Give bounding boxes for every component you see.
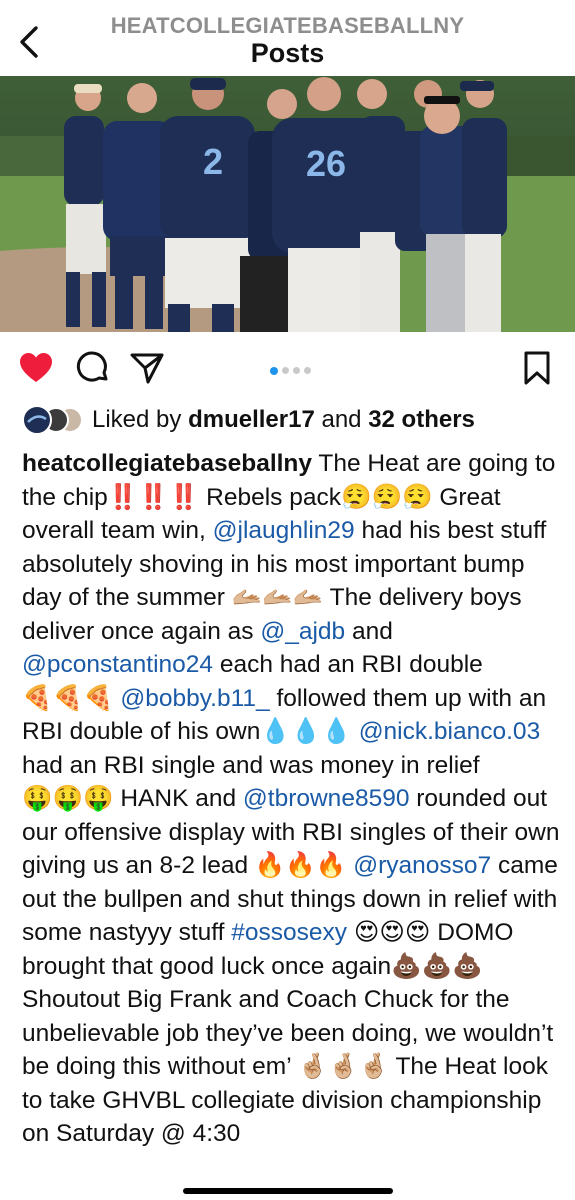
caption-text: The Heat are going to the chip‼️‼️‼️ Reb… [22,450,559,1147]
page-title: Posts [250,38,325,68]
mention-link[interactable]: @pconstantino24 [22,651,213,678]
bookmark-icon [524,351,550,385]
liker-avatars [22,405,86,435]
emoji-group: 😍😍😍 [353,919,431,946]
carousel-dot [282,367,289,375]
caption-text-segment: each had an RBI double [213,651,483,678]
home-indicator[interactable] [183,1188,393,1194]
save-button[interactable] [517,348,557,388]
mention-link[interactable]: @bobby.b11_ [120,685,269,712]
carousel-dot [270,366,278,375]
mention-link[interactable]: @ryanosso7 [353,852,491,879]
caption-username[interactable]: heatcollegiatebaseballny [22,450,312,477]
caption-text-segment: had an RBI single and was money in relie… [22,751,480,779]
caption-text-segment: HANK and [113,785,243,812]
jersey-number-26: 26 [306,143,346,184]
liker-username[interactable]: dmueller17 [188,406,315,433]
share-button[interactable] [127,348,167,388]
emoji-group: 🍕🍕🍕 [22,684,114,712]
likes-joiner: and [321,406,362,433]
mention-link[interactable]: @_ajdb [260,618,345,645]
emoji-group: 💩💩💩 [391,952,483,980]
mention-link[interactable]: @tbrowne8590 [243,785,410,812]
emoji-group: 🤞🏼🤞🏼🤞🏼 [297,1053,390,1080]
carousel-dot [293,367,300,375]
comment-button[interactable] [73,348,113,388]
caption-text-segment: and [345,617,393,645]
post-caption: heatcollegiatebaseballny The Heat are go… [22,447,562,1151]
hashtag-link[interactable]: #ossosexy [231,919,347,946]
caption-text-segment [347,919,354,946]
emoji-group: 🔥🔥🔥 [254,852,347,879]
like-button[interactable] [16,348,56,388]
likes-summary[interactable]: Liked by dmueller17 and 32 others [22,402,562,438]
emoji-group: 🤑🤑🤑 [22,785,114,812]
jersey-number-2: 2 [203,141,223,182]
team-huddle-image: 2 26 [0,76,575,332]
comment-bubble-icon [76,351,108,382]
top-nav-bar: HEATCOLLEGIATEBASEBALLNY Posts [0,0,575,76]
caption-text-segment [352,718,359,745]
profile-username[interactable]: HEATCOLLEGIATEBASEBALLNY [0,13,575,39]
carousel-dot [304,367,311,375]
emoji-group: 🫴🏼🫴🏼🫴🏼 [231,584,324,611]
mention-link[interactable]: @nick.bianco.03 [359,718,541,745]
caption-text-segment: Rebels pack [199,483,341,511]
likes-others-link[interactable]: 32 others [368,406,475,433]
paper-plane-icon [130,353,164,384]
post-photo[interactable]: 2 26 [0,76,575,332]
heart-filled-icon [20,353,52,382]
carousel-indicator [270,362,315,375]
likes-prefix: Liked by [92,406,182,433]
post-action-bar [0,340,575,396]
emoji-group: ‼️‼️‼️ [107,483,200,511]
emoji-group: 💧💧💧 [260,718,352,745]
mention-link[interactable]: @jlaughlin29 [213,517,355,544]
emoji-group: 😮‍💨😮‍💨😮‍💨 [340,483,433,511]
